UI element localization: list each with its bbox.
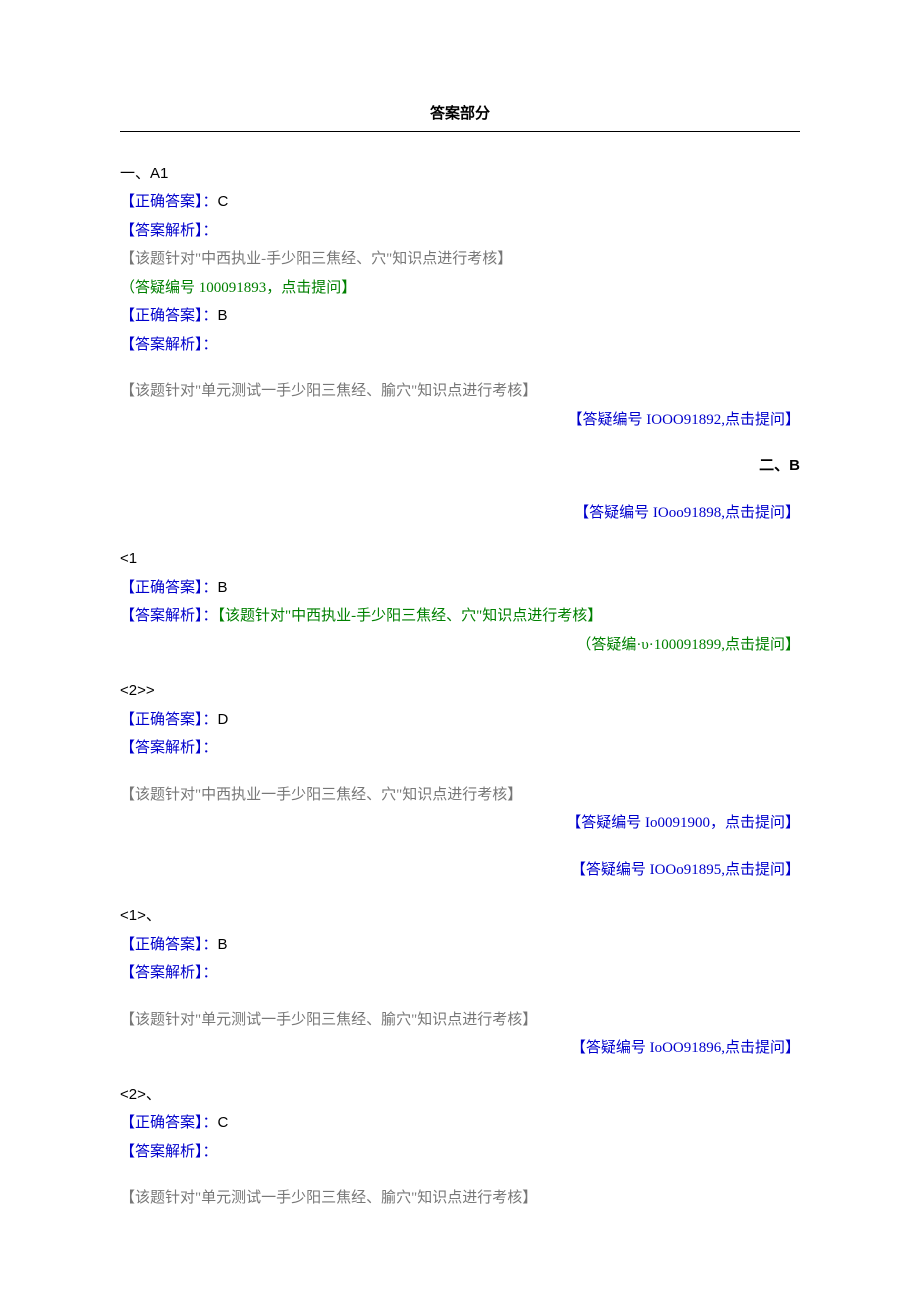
correct-answer-value: C: [218, 193, 229, 210]
question-note: 【该题针对"中西执业-手少阳三焦经、穴"知识点进行考核】: [218, 608, 603, 624]
ask-link[interactable]: 【答疑编号 IoOO91896,点击提问】: [120, 1034, 800, 1063]
page-title: 答案部分: [120, 100, 800, 129]
section-b-header: 二、B: [120, 452, 800, 481]
answer-row: 【正确答案】：B: [120, 931, 800, 960]
section-a1-label: 一、A1: [120, 165, 168, 182]
analysis-label: 【答案解析】：: [120, 337, 218, 353]
question-note: 【该题针对"中西执业-手少阳三焦经、穴"知识点进行考核】: [120, 245, 800, 274]
question-note: 【该题针对"中西执业一手少阳三焦经、穴"知识点进行考核】: [120, 781, 800, 810]
question-note: 【该题针对"单元测试一手少阳三焦经、腧穴"知识点进行考核】: [120, 1184, 800, 1213]
correct-answer-label: 【正确答案】：: [120, 937, 218, 953]
ask-link[interactable]: 【答疑编号 Io0091900，点击提问】: [120, 809, 800, 838]
ask-link[interactable]: 【答疑编号 IOOo91895,点击提问】: [120, 856, 800, 885]
analysis-row: 【答案解析】：: [120, 217, 800, 246]
analysis-label: 【答案解析】：: [120, 965, 218, 981]
answer-row: 【正确答案】：C: [120, 188, 800, 217]
answer-row: 【正确答案】：B: [120, 574, 800, 603]
analysis-row: 【答案解析】：: [120, 734, 800, 763]
analysis-label: 【答案解析】：: [120, 740, 218, 756]
correct-answer-label: 【正确答案】：: [120, 580, 218, 596]
analysis-row: 【答案解析】：: [120, 331, 800, 360]
subquestion-index: <1: [120, 545, 800, 574]
correct-answer-value: B: [218, 307, 228, 324]
ask-link[interactable]: （答疑编·υ·100091899,点击提问】: [120, 631, 800, 660]
ask-link[interactable]: 【答疑编号 IOOO91892,点击提问】: [120, 406, 800, 435]
correct-answer-value: B: [218, 936, 228, 953]
correct-answer-label: 【正确答案】：: [120, 194, 218, 210]
subquestion-index: <2>>: [120, 677, 800, 706]
correct-answer-label: 【正确答案】：: [120, 1115, 218, 1131]
correct-answer-value: B: [218, 579, 228, 596]
subquestion-index: <2>、: [120, 1081, 800, 1110]
answer-row: 【正确答案】：C: [120, 1109, 800, 1138]
analysis-label: 【答案解析】：: [120, 1144, 218, 1160]
correct-answer-value: D: [218, 711, 229, 728]
correct-answer-value: C: [218, 1114, 229, 1131]
ask-link[interactable]: 【答疑编号 IOoo91898,点击提问】: [120, 499, 800, 528]
analysis-row: 【答案解析】：【该题针对"中西执业-手少阳三焦经、穴"知识点进行考核】: [120, 602, 800, 631]
correct-answer-label: 【正确答案】：: [120, 712, 218, 728]
analysis-label: 【答案解析】：: [120, 608, 218, 624]
question-note: 【该题针对"单元测试一手少阳三焦经、腧穴"知识点进行考核】: [120, 377, 800, 406]
correct-answer-label: 【正确答案】：: [120, 308, 218, 324]
answer-row: 【正确答案】：B: [120, 302, 800, 331]
analysis-row: 【答案解析】：: [120, 1138, 800, 1167]
analysis-row: 【答案解析】：: [120, 959, 800, 988]
section-a1-header: 一、A1: [120, 160, 800, 189]
question-note: 【该题针对"单元测试一手少阳三焦经、腧穴"知识点进行考核】: [120, 1006, 800, 1035]
ask-link[interactable]: （答疑编号 100091893，点击提问】: [120, 274, 800, 303]
title-underline: [120, 131, 800, 132]
section-b-label: 二、B: [759, 457, 800, 474]
analysis-label: 【答案解析】：: [120, 223, 218, 239]
subquestion-index: <1>、: [120, 902, 800, 931]
answer-row: 【正确答案】：D: [120, 706, 800, 735]
